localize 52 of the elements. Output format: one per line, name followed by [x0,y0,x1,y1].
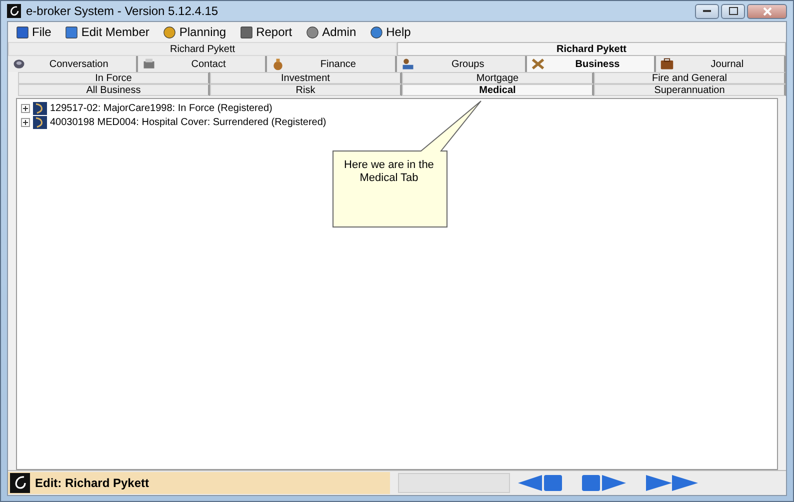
menu-item[interactable]: Planning [161,25,228,39]
phone-icon [12,57,26,71]
sub-tab[interactable]: In Force [18,72,210,84]
maximize-icon [728,7,738,15]
first-button[interactable] [518,474,562,492]
minimize-icon [703,10,711,12]
menu-item[interactable]: Edit Member [63,25,152,39]
close-button[interactable] [747,4,787,18]
next-button[interactable] [582,474,626,492]
section-tab[interactable]: Conversation [8,56,138,72]
sub-tab[interactable]: Mortgage [402,72,594,84]
minimize-button[interactable] [695,4,719,18]
menu-item[interactable]: File [14,25,54,39]
app-logo-icon [7,4,21,18]
menu-item[interactable]: Admin [304,25,358,39]
sub-tab[interactable]: Risk [210,84,402,96]
callout-text: Here we are in the Medical Tab [343,159,435,185]
status-text: Edit: Richard Pykett [35,476,150,490]
member-tab[interactable]: Richard Pykett [397,42,786,56]
section-tab[interactable]: Journal [656,56,786,72]
expand-icon[interactable] [21,104,30,112]
maximize-button[interactable] [721,4,745,18]
sub-tab[interactable]: Fire and General [594,72,786,84]
expand-icon[interactable] [21,118,30,126]
member-tab[interactable]: Richard Pykett [8,42,397,56]
last-button[interactable] [646,474,698,492]
tree-item[interactable]: 40030198 MED004: Hospital Cover: Surrendered (Registered) [50,116,326,128]
section-tab[interactable]: Groups [397,56,527,72]
briefcase-icon [660,57,674,71]
printer-icon [142,57,156,71]
menu-item[interactable]: Report [238,25,294,39]
sub-tab[interactable]: Investment [210,72,402,84]
coin-icon [163,26,176,38]
app-logo-icon [10,473,30,493]
sub-tab[interactable]: Superannuation [594,84,786,96]
section-tab[interactable]: Contact [138,56,268,72]
money-bag-icon [271,57,286,71]
menu-item[interactable]: Help [368,25,413,39]
window-title: e-broker System - Version 5.12.4.15 [26,4,220,18]
people-icon [401,57,416,71]
section-tab[interactable]: Business [526,56,656,72]
close-icon [762,6,772,16]
next-icon [582,474,626,492]
help-icon [370,26,384,38]
last-icon [646,474,698,492]
first-icon [518,474,562,492]
sub-tab[interactable]: Medical [402,84,594,96]
section-tab[interactable]: Finance [267,56,398,72]
policy-icon [33,102,47,114]
policy-icon [33,116,47,128]
sub-tab[interactable]: All Business [18,84,210,96]
tree-item[interactable]: 129517-02: MajorCare1998: In Force (Registered) [50,102,272,114]
